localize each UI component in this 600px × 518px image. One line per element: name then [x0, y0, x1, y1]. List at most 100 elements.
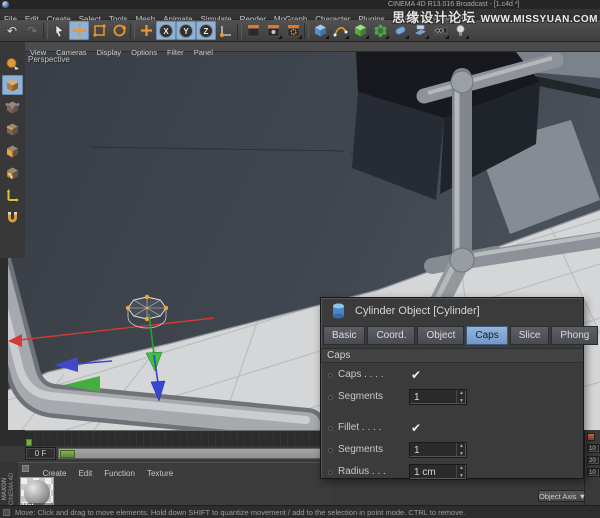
attr-row-segments: Segments 1 [321, 388, 583, 410]
checkbox[interactable]: ✔ [411, 368, 421, 382]
timeline-tick-label: 15 [136, 432, 143, 439]
title-bar: CINEMA 4D R13.016 Broadcast - [1.c4d *] [0, 0, 600, 9]
timeline-tick-label: 20 [172, 432, 179, 439]
texture-mode-icon[interactable] [2, 163, 23, 183]
timeline-tick-label: 30 [244, 432, 251, 439]
status-bar: Move: Click and drag to move elements. H… [0, 505, 600, 518]
attribute-tabs: BasicCoord.ObjectCapsSlicePhong [323, 326, 583, 346]
y-lock-icon[interactable]: Y [176, 21, 196, 40]
move-tool-icon[interactable] [69, 21, 89, 40]
keyframe-dot[interactable] [328, 470, 333, 475]
frame-zero-marker[interactable] [26, 439, 32, 446]
stepper-arrows[interactable] [456, 465, 466, 479]
viewport-menu-item[interactable]: Display [92, 48, 127, 58]
attribute-panel: Cylinder Object [Cylinder] BasicCoord.Ob… [320, 297, 584, 479]
select-cursor-icon[interactable] [49, 21, 69, 40]
material-menu-item[interactable]: Edit [72, 468, 98, 480]
model-mode-icon[interactable] [2, 75, 23, 95]
status-icon [3, 509, 10, 516]
section-header: Caps [321, 348, 583, 363]
attr-row-radius: Radius . . .1 cm [321, 463, 583, 485]
object-axis-dropdown[interactable]: Object Axis ▼ [538, 490, 585, 502]
status-text: Move: Click and drag to move elements. H… [15, 508, 465, 517]
attribute-tab[interactable]: Phong [551, 326, 598, 345]
attribute-panel-title: Cylinder Object [Cylinder] [355, 305, 480, 317]
attribute-tab[interactable]: Caps [466, 326, 507, 345]
checkbox[interactable]: ✔ [411, 421, 421, 435]
viewport-view-label[interactable]: Perspective [28, 55, 70, 64]
keyframe-dot[interactable] [328, 426, 333, 431]
floor-icon[interactable] [410, 21, 430, 40]
timeline-slider-thumb[interactable] [60, 450, 75, 458]
viewport-menu-item[interactable]: Panel [189, 48, 218, 58]
render-settings-icon[interactable] [283, 21, 303, 40]
current-frame-field[interactable]: 0 F [25, 447, 56, 460]
polygons-mode-icon[interactable] [2, 141, 23, 161]
stepper-arrows[interactable] [456, 443, 466, 457]
z-lock-icon[interactable]: Z [196, 21, 216, 40]
coord-value-field[interactable]: 20 [587, 456, 600, 465]
attr-row-caps: Caps . . . . ✔ [321, 366, 583, 388]
keyframe-dot[interactable] [328, 395, 333, 400]
attribute-tab[interactable]: Object [417, 326, 464, 345]
value-field[interactable]: 1 [409, 442, 467, 458]
main-menubar: FileEditCreateSelectToolsMeshAnimateSimu… [0, 9, 600, 20]
app-logo-icon [2, 1, 9, 8]
coordinates-icon [587, 433, 595, 441]
rotate-tool-icon[interactable] [109, 21, 129, 40]
mode-palette [0, 42, 25, 258]
coord-system-icon[interactable] [216, 21, 236, 40]
keyframe-dot[interactable] [328, 373, 333, 378]
coord-value-field[interactable]: 10 [587, 468, 600, 477]
undo-icon[interactable]: ↶ [2, 21, 22, 40]
points-mode-icon[interactable] [2, 97, 23, 117]
material-menu-icon[interactable] [22, 465, 29, 472]
main-toolbar: ↶ ↷ X Y Z [0, 20, 600, 42]
edges-mode-icon[interactable] [2, 119, 23, 139]
snap-magnet-icon[interactable] [2, 207, 23, 227]
value-field[interactable]: 1 cm [409, 464, 467, 480]
attr-rows: Caps . . . .✔Segments1Fillet . . . .✔Seg… [321, 366, 583, 485]
window-title: CINEMA 4D R13.016 Broadcast - [1.c4d *] [388, 1, 520, 8]
attr-label: Caps . . . . [338, 369, 384, 380]
render-picture-icon[interactable] [263, 21, 283, 40]
attribute-tab[interactable]: Slice [510, 326, 550, 345]
coord-value-field[interactable]: 10 [587, 444, 600, 453]
attr-row-fillet: Fillet . . . .✔ [321, 419, 583, 441]
mograph-icon[interactable] [350, 21, 370, 40]
environment-icon[interactable] [390, 21, 410, 40]
toolbar-separator [237, 23, 242, 39]
render-view-icon[interactable] [243, 21, 263, 40]
z-label: Z [204, 27, 209, 36]
timeline-tick-label: 25 [208, 432, 215, 439]
camera-icon[interactable] [430, 21, 450, 40]
coordinates-strip: 10 20 10 [584, 430, 600, 505]
attr-label: Segments [338, 444, 383, 455]
viewport-menubar: ViewCamerasDisplayOptionsFilterPanel [25, 42, 600, 52]
material-menu-item[interactable]: Texture [141, 468, 179, 480]
timeline-tick-label: 0 [28, 432, 32, 439]
toolbar-separator [130, 23, 135, 39]
last-tool-icon[interactable] [136, 21, 156, 40]
viewport-menu-item[interactable]: Options [126, 48, 162, 58]
deformer-icon[interactable] [370, 21, 390, 40]
make-editable-icon[interactable] [2, 53, 23, 73]
redo-icon[interactable]: ↷ [22, 21, 42, 40]
attr-label: Segments [338, 391, 383, 402]
attribute-tab[interactable]: Coord. [367, 326, 415, 345]
spline-pen-icon[interactable] [330, 21, 350, 40]
value-field[interactable]: 1 [409, 389, 467, 405]
attribute-tab[interactable]: Basic [323, 326, 365, 345]
axis-mode-icon[interactable] [2, 185, 23, 205]
primitive-cube-icon[interactable] [310, 21, 330, 40]
viewport-menu-item[interactable]: Filter [162, 48, 189, 58]
light-icon[interactable] [450, 21, 470, 40]
scale-tool-icon[interactable] [89, 21, 109, 40]
x-lock-icon[interactable]: X [156, 21, 176, 40]
timeline-tick-label: 35 [280, 432, 287, 439]
attribute-panel-title-row[interactable]: Cylinder Object [Cylinder] [321, 298, 583, 325]
keyframe-dot[interactable] [328, 448, 333, 453]
stepper-arrows[interactable] [456, 390, 466, 404]
material-menu-item[interactable]: Function [98, 468, 141, 480]
material-manager: CreateEditFunctionTexture Mat... [18, 462, 330, 505]
